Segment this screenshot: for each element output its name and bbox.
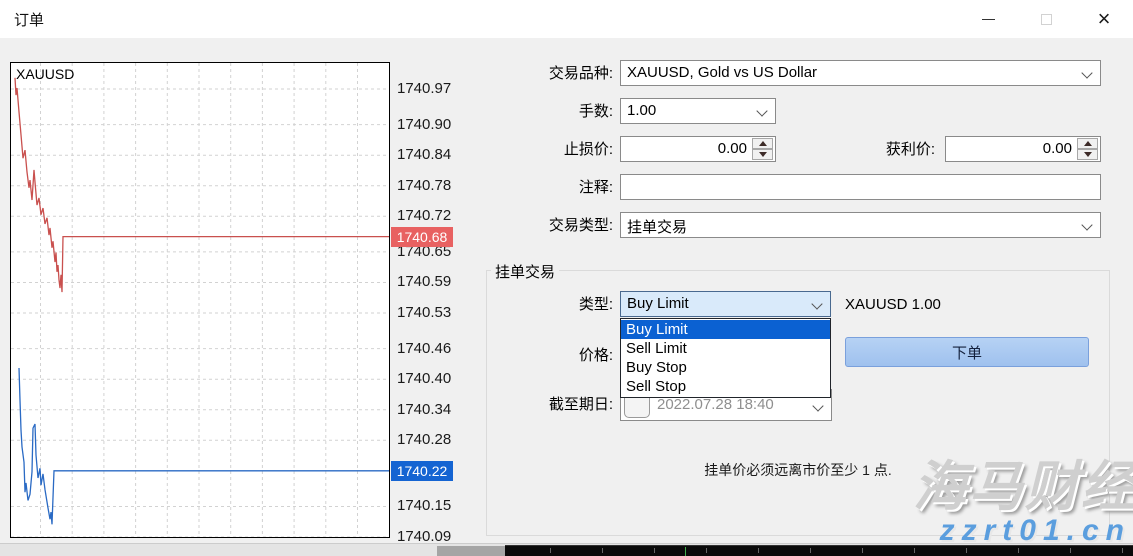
time-tick <box>550 548 551 553</box>
symbol-combobox[interactable]: XAUUSD, Gold vs US Dollar <box>620 60 1101 86</box>
dropdown-option[interactable]: Buy Stop <box>621 358 830 377</box>
price-axis-label: 1740.46 <box>397 340 457 358</box>
current-price-tag: 1740.68 <box>391 227 453 247</box>
price-axis-label: 1740.15 <box>397 497 457 515</box>
maximize-button[interactable] <box>1017 0 1075 38</box>
chevron-down-icon <box>1081 67 1092 78</box>
take-profit-label: 获利价: <box>805 141 935 159</box>
chevron-down-icon <box>1081 219 1092 230</box>
arrow-up-icon <box>1084 141 1092 146</box>
time-tick-current <box>685 547 686 556</box>
minimize-icon <box>982 19 995 20</box>
price-label: 价格: <box>483 347 613 365</box>
stop-loss-spinner <box>752 138 773 160</box>
price-axis-label: 1740.53 <box>397 304 457 322</box>
spin-up-button[interactable] <box>1077 138 1098 149</box>
pending-group-label: 挂单交易 <box>491 261 559 282</box>
pending-type-combobox[interactable]: Buy Limit <box>620 291 831 317</box>
order-summary: XAUUSD 1.00 <box>845 296 941 313</box>
place-order-button[interactable]: 下单 <box>845 337 1089 367</box>
minimize-button[interactable] <box>959 0 1017 38</box>
volume-value: 1.00 <box>627 102 656 119</box>
take-profit-spinner <box>1077 138 1098 160</box>
take-profit-spinbox[interactable]: 0.00 <box>945 136 1101 162</box>
time-tick <box>1070 548 1071 553</box>
price-axis-label: 1740.34 <box>397 401 457 419</box>
dropdown-option[interactable]: Sell Stop <box>621 377 830 396</box>
price-axis-label: 1740.84 <box>397 146 457 164</box>
window-controls: × <box>959 0 1133 38</box>
comment-label: 注释: <box>483 179 613 197</box>
maximize-icon <box>1041 14 1052 25</box>
chevron-down-icon <box>812 400 823 411</box>
order-dialog: 订单 × XAUUSD 1740.97 1740.90 1740.84 1740.78… <box>0 0 1133 556</box>
volume-label: 手数: <box>483 103 613 121</box>
stop-loss-value: 0.00 <box>718 140 747 157</box>
time-tick <box>914 548 915 553</box>
spin-down-button[interactable] <box>1077 149 1098 160</box>
stop-loss-label: 止损价: <box>483 141 613 159</box>
time-tick <box>966 548 967 553</box>
time-tick <box>862 548 863 553</box>
stop-loss-spinbox[interactable]: 0.00 <box>620 136 776 162</box>
expiry-value: 2022.07.28 18:40 <box>657 396 805 413</box>
scrollbar-thumb[interactable] <box>437 546 505 556</box>
time-tick <box>1018 548 1019 553</box>
trade-type-value: 挂单交易 <box>627 216 687 237</box>
time-tick <box>758 548 759 553</box>
expiry-label: 截至期日: <box>483 396 613 414</box>
time-tick <box>706 548 707 553</box>
price-axis-label: 1740.59 <box>397 273 457 291</box>
trade-type-combobox[interactable]: 挂单交易 <box>620 212 1101 238</box>
pending-type-label: 类型: <box>483 296 613 314</box>
price-axis-label: 1740.78 <box>397 177 457 195</box>
arrow-down-icon <box>1084 152 1092 157</box>
price-axis-label: 1740.90 <box>397 116 457 134</box>
chart-symbol-label: XAUUSD <box>16 66 74 82</box>
arrow-up-icon <box>759 141 767 146</box>
title-bar: 订单 × <box>0 0 1133 38</box>
pending-type-dropdown: Buy LimitSell LimitBuy StopSell Stop <box>620 318 831 398</box>
take-profit-value: 0.00 <box>1043 140 1072 157</box>
volume-combobox[interactable]: 1.00 <box>620 98 776 124</box>
time-tick <box>1122 548 1123 553</box>
price-chart: XAUUSD <box>10 62 390 538</box>
dialog-body: XAUUSD 1740.971740.901740.841740.781740.… <box>0 38 1133 556</box>
symbol-value: XAUUSD, Gold vs US Dollar <box>627 64 817 81</box>
symbol-label: 交易品种: <box>483 65 613 83</box>
price-axis-label: 1740.28 <box>397 431 457 449</box>
pending-type-value: Buy Limit <box>627 295 689 312</box>
dropdown-option[interactable]: Sell Limit <box>621 339 830 358</box>
dialog-title: 订单 <box>14 9 44 30</box>
time-tick <box>654 548 655 553</box>
price-axis-label: 1740.40 <box>397 370 457 388</box>
arrow-down-icon <box>759 152 767 157</box>
chevron-down-icon <box>811 298 822 309</box>
close-icon: × <box>1098 8 1111 30</box>
spin-up-button[interactable] <box>752 138 773 149</box>
chevron-down-icon <box>756 105 767 116</box>
time-tick <box>810 548 811 553</box>
comment-input[interactable] <box>620 174 1101 200</box>
watermark-url: zzrt01.cn <box>940 514 1131 548</box>
trade-type-label: 交易类型: <box>483 217 613 235</box>
spin-down-button[interactable] <box>752 149 773 160</box>
current-price-tag: 1740.22 <box>391 461 453 481</box>
price-scale: 1740.97 1740.90 1740.84 1740.78 1740.72 1740.… <box>391 62 463 556</box>
tick-chart-canvas <box>11 63 389 537</box>
dropdown-option[interactable]: Buy Limit <box>621 320 830 339</box>
price-axis-label: 1740.97 <box>397 80 457 98</box>
time-tick <box>602 548 603 553</box>
price-axis-label: 1740.72 <box>397 207 457 225</box>
watermark-title: 海马财经 <box>913 442 1133 521</box>
close-button[interactable]: × <box>1075 0 1133 38</box>
